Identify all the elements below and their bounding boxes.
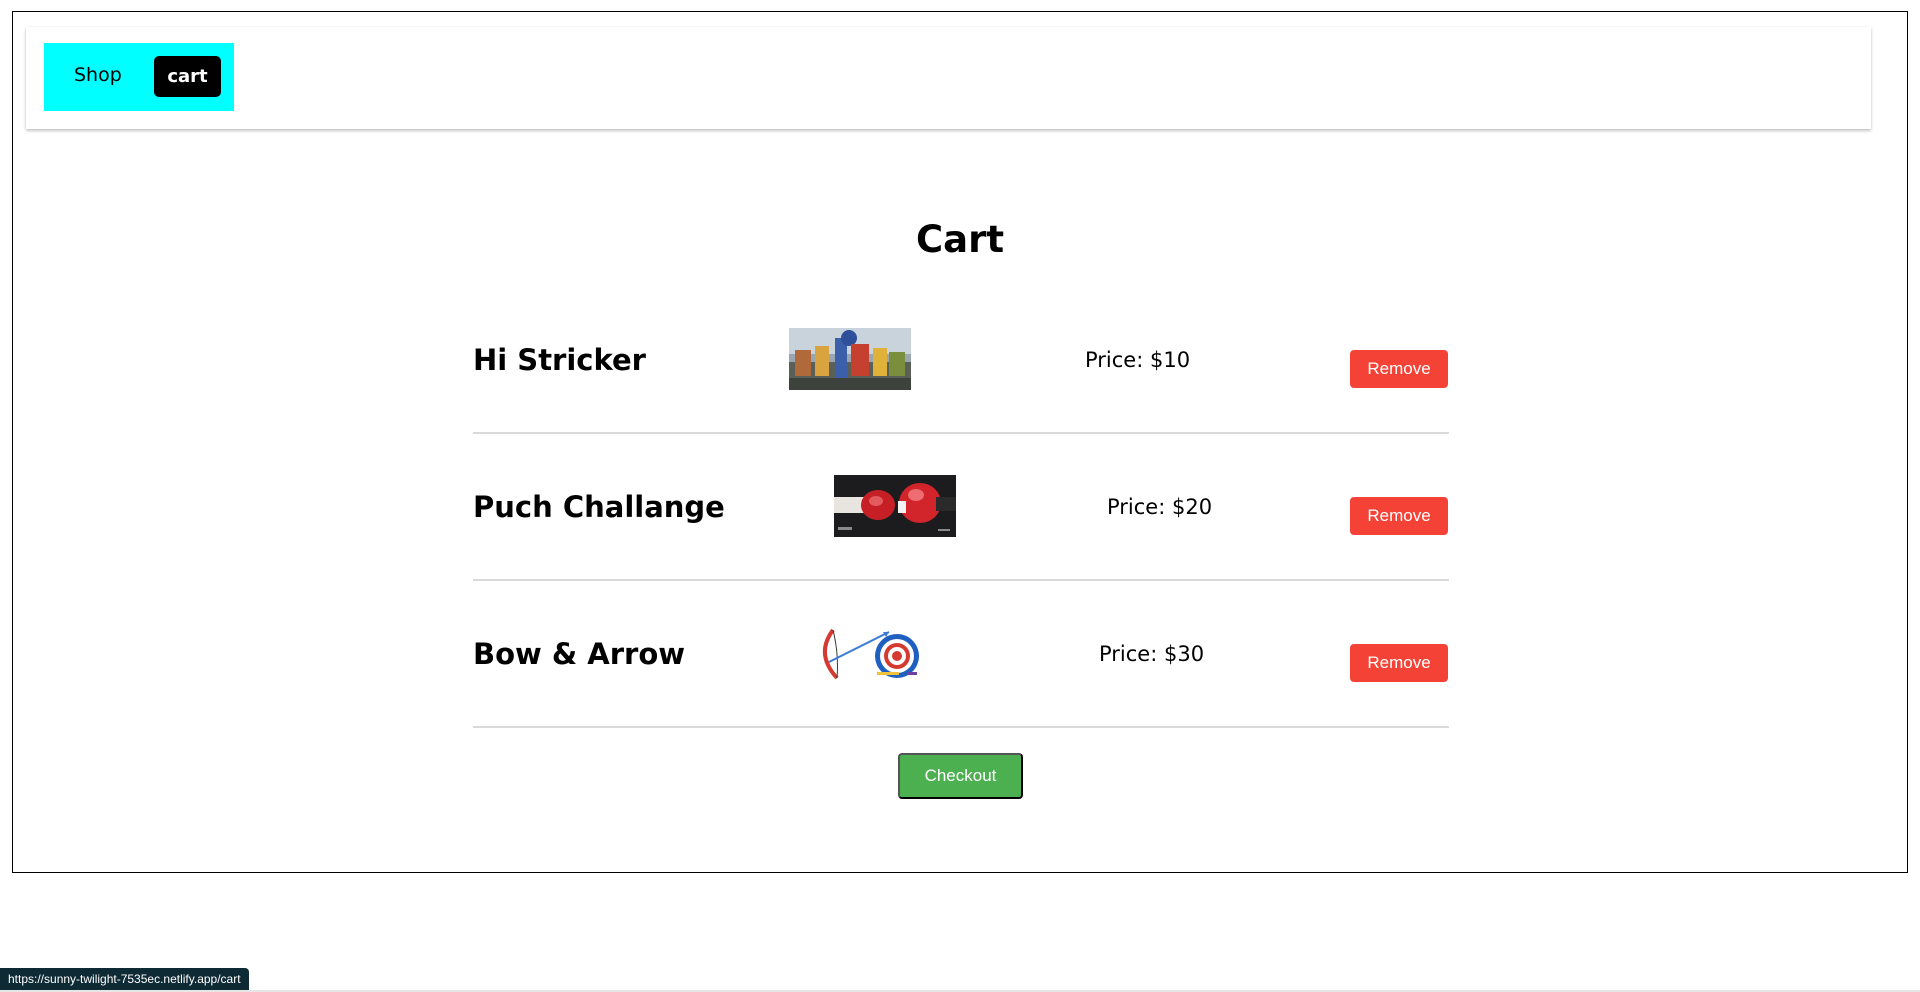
checkout-button[interactable]: Checkout: [898, 753, 1023, 799]
item-name: Puch Challange: [473, 490, 725, 524]
cart-item: Hi Stricker Price: $10 Remove: [473, 287, 1449, 434]
item-name: Bow & Arrow: [473, 637, 686, 671]
nav-cart-link[interactable]: cart: [154, 56, 221, 97]
high-striker-game-image: [789, 328, 911, 390]
cart-item: Bow & Arrow Price: $30 Remove: [473, 581, 1449, 728]
cart-item: Puch Challange Price: $20 Remove: [473, 434, 1449, 581]
page-title: Cart: [915, 218, 1005, 261]
item-price: Price: $10: [1085, 348, 1191, 372]
item-name: Hi Stricker: [473, 343, 646, 377]
nav-links: Shop cart: [44, 43, 234, 111]
remove-button[interactable]: Remove: [1350, 350, 1448, 388]
remove-button[interactable]: Remove: [1350, 497, 1448, 535]
item-price: Price: $20: [1107, 495, 1213, 519]
remove-button[interactable]: Remove: [1350, 644, 1448, 682]
cart-list: Hi Stricker Price: $10 Remove Puch Chall…: [473, 287, 1449, 728]
item-price: Price: $30: [1099, 642, 1205, 666]
boxing-gloves-image: [834, 475, 956, 537]
status-bar-url: https://sunny-twilight-7535ec.netlify.ap…: [0, 968, 249, 990]
nav-shop-link[interactable]: Shop: [74, 64, 122, 86]
navbar: Shop cart: [26, 27, 1871, 129]
bow-and-arrow-target-image: [819, 622, 941, 684]
